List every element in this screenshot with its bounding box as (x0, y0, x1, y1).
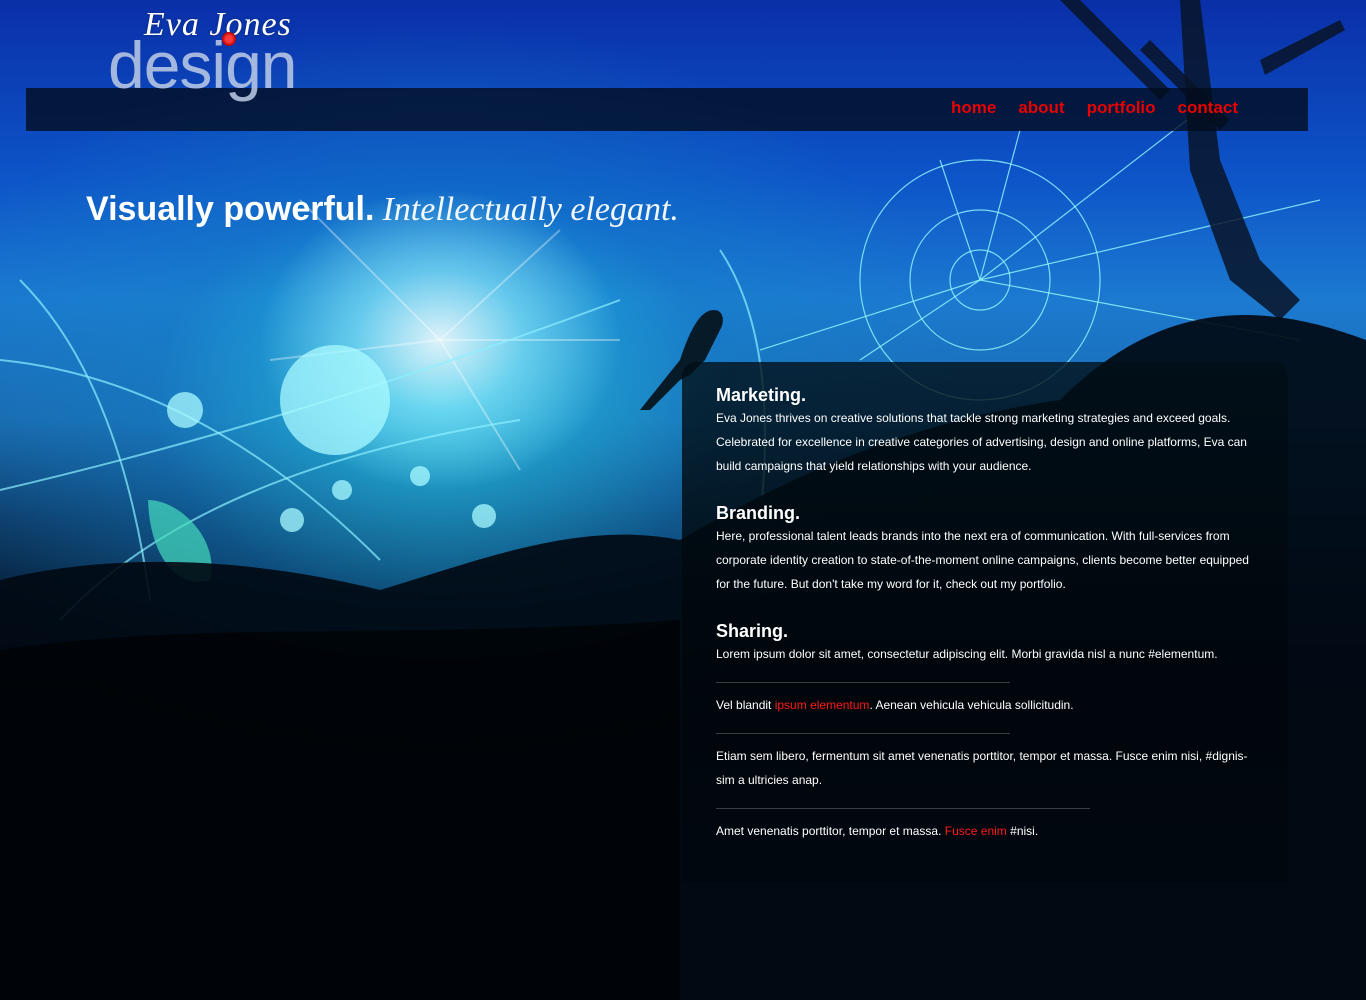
marketing-heading: Marketing. (716, 385, 807, 405)
marketing-text: Eva Jones thrives on creative solutions … (716, 411, 1247, 473)
sharing-post: Amet venenatis porttitor, tempor et mass… (716, 819, 1256, 843)
site-logo[interactable]: design Eva Jones (108, 6, 328, 106)
logo-script-name: Eva Jones (144, 6, 292, 43)
sharing-section: Sharing. Lorem ipsum dolor sit amet, con… (716, 620, 1256, 843)
sharing-post: Vel blandit ipsum elementum. Aenean vehi… (716, 693, 1256, 717)
nav-home[interactable]: home (951, 98, 996, 118)
sharing-post: Etiam sem libero, fermentum sit amet ven… (716, 749, 1248, 787)
post-text: Amet venenatis porttitor, tempor et mass… (716, 824, 945, 838)
divider (716, 682, 1010, 683)
marketing-section: Marketing. Eva Jones thrives on creative… (716, 384, 1256, 478)
branding-heading: Branding. (716, 503, 800, 523)
nav-portfolio[interactable]: portfolio (1087, 98, 1156, 118)
post-link[interactable]: Fusce enim (945, 824, 1007, 838)
content-column: Marketing. Eva Jones thrives on creative… (716, 384, 1256, 867)
divider (716, 808, 1090, 809)
divider (716, 733, 1010, 734)
nav-contact[interactable]: contact (1178, 98, 1238, 118)
branding-section: Branding. Here, professional talent lead… (716, 502, 1256, 596)
sharing-heading: Sharing. (716, 621, 789, 641)
post-link[interactable]: ipsum elementum (775, 698, 870, 712)
hero-tagline: Visually powerful. Intellectually elegan… (86, 190, 679, 229)
main-nav: home about portfolio contact (951, 98, 1238, 118)
sharing-post: Lorem ipsum dolor sit amet, consectetur … (716, 647, 1218, 661)
branding-text: Here, professional talent leads brands i… (716, 529, 1249, 591)
post-text: . Aenean vehicula vehicula sollicitudin. (869, 698, 1074, 712)
post-text: #nisi. (1006, 824, 1039, 838)
nav-about[interactable]: about (1018, 98, 1064, 118)
tagline-script: Intellectually elegant. (382, 191, 679, 228)
post-text: Vel blandit (716, 698, 775, 712)
flower-icon (222, 32, 236, 46)
tagline-bold: Visually powerful. (86, 190, 375, 228)
